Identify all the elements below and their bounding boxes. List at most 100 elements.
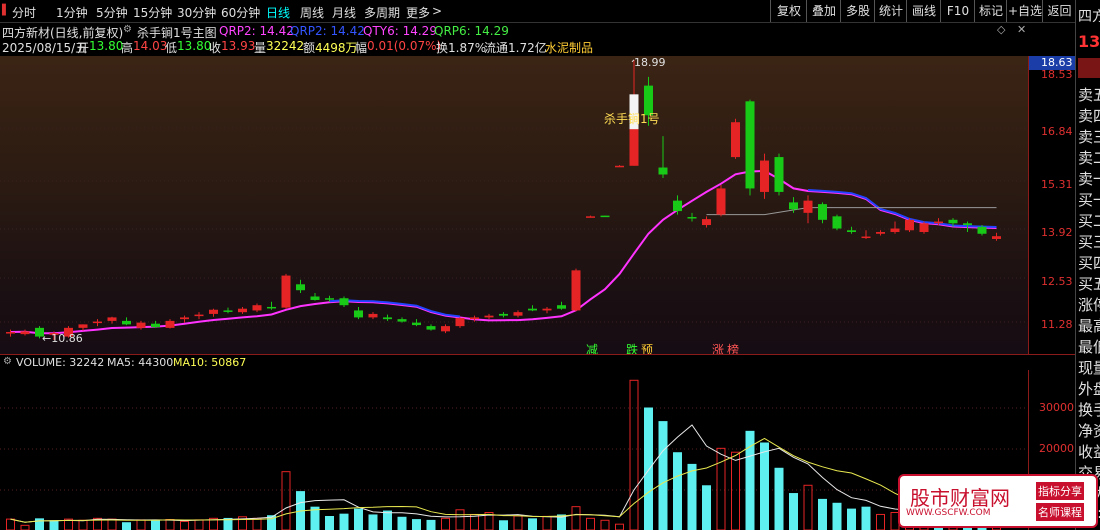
- settings-gear-icon[interactable]: ⚙: [123, 24, 132, 35]
- candle-body: [905, 219, 914, 231]
- candle-body: [542, 308, 552, 311]
- watermark-tag-course: 名师课程: [1036, 503, 1084, 521]
- tab-60min[interactable]: 60分钟: [221, 4, 260, 21]
- volume-bar: [165, 519, 175, 530]
- volume-bar: [673, 452, 682, 530]
- price-label: 16.84: [1041, 125, 1073, 138]
- candle-body: [325, 298, 334, 300]
- f10-button[interactable]: F10: [940, 0, 975, 22]
- candle-body: [658, 167, 668, 175]
- candle-body: [571, 270, 581, 311]
- low-price-marker: ←10.86: [42, 332, 83, 345]
- tab-weekly[interactable]: 周线: [300, 4, 324, 21]
- high-price-marker: 18.99: [634, 56, 666, 69]
- watermark-tag-share: 指标分享: [1036, 482, 1084, 500]
- candle-body: [20, 331, 30, 335]
- volume-chart[interactable]: [0, 370, 1028, 530]
- watermark-site-name: 股市财富网: [910, 486, 1010, 510]
- tab-5min[interactable]: 5分钟: [96, 4, 128, 21]
- candle-body: [499, 313, 508, 316]
- tab-30min[interactable]: 30分钟: [177, 4, 216, 21]
- candlestick-svg: [0, 59, 1028, 341]
- panel-row-label: 涨停: [1078, 296, 1100, 314]
- panel-row-label: 最低: [1078, 338, 1100, 356]
- candle-body: [383, 317, 392, 320]
- adjust-button[interactable]: 复权: [770, 0, 807, 22]
- panel-row-label: 现量: [1078, 359, 1100, 377]
- candle-body: [180, 317, 189, 320]
- turnover-value: 换1.87%: [436, 41, 487, 55]
- tab-fenshi[interactable]: 分时: [12, 4, 36, 21]
- panel-tag[interactable]: [1078, 58, 1100, 78]
- volume-bar: [194, 519, 204, 530]
- candle-body: [296, 284, 305, 291]
- volume-bar: [397, 516, 407, 530]
- toolbar-menu-icon[interactable]: ▌: [2, 5, 10, 16]
- tab-daily[interactable]: 日线: [266, 4, 290, 21]
- stock-info-bar: 四方新材(日线,前复权) ⚙ 杀手锏1号主图 QRP2: 14.42 QRP2:…: [0, 23, 1075, 55]
- volume-bar: [383, 510, 392, 530]
- mark-button[interactable]: 标记: [974, 0, 1007, 22]
- panel-row-label: 买三: [1078, 233, 1100, 251]
- candlestick-chart[interactable]: ←10.86 18.99 杀手锏1号 减 跌 预 涨 榜: [0, 56, 1028, 357]
- volume-axis-label: 20000: [1039, 442, 1074, 455]
- volume-bar: [49, 520, 59, 530]
- volume-indicator: VOLUME: 32242: [16, 356, 105, 369]
- volume-label: 量: [254, 41, 267, 55]
- draw-line-button[interactable]: 画线: [906, 0, 941, 22]
- volume-bar: [20, 524, 30, 530]
- volume-ma5-line: [10, 424, 997, 523]
- close-icon[interactable]: ✕: [1017, 23, 1026, 36]
- tab-15min[interactable]: 15分钟: [133, 4, 172, 21]
- statistics-button[interactable]: 统计: [874, 0, 907, 22]
- candle-body: [818, 204, 827, 220]
- volume-bar: [441, 517, 450, 530]
- price-label: 18.53: [1041, 68, 1073, 81]
- multi-stock-button[interactable]: 多股: [840, 0, 875, 22]
- indicator-qrp6: QRP6: 14.29: [434, 24, 509, 38]
- overlay-button[interactable]: 叠加: [806, 0, 841, 22]
- tab-more[interactable]: 更多: [406, 4, 430, 21]
- candle-body: [151, 323, 160, 328]
- back-button[interactable]: 返回: [1042, 0, 1076, 22]
- float-cap-value: 流通1.72亿: [484, 41, 547, 55]
- volume-bar: [412, 519, 421, 530]
- add-watchlist-button[interactable]: +自选: [1006, 0, 1043, 22]
- candle-body: [136, 322, 146, 328]
- volume-bar: [6, 518, 15, 530]
- panel-row-label: 买一: [1078, 191, 1100, 209]
- sector-label[interactable]: 水泥制品: [545, 39, 593, 56]
- site-watermark: 股市财富网 WWW.GSCFW.COM 指标分享 名师课程: [898, 474, 1098, 528]
- candle-body: [107, 317, 117, 321]
- panel-price: 13: [1078, 32, 1100, 51]
- candle-body: [528, 308, 537, 311]
- volume-bar: [658, 421, 668, 530]
- tab-1min[interactable]: 1分钟: [56, 4, 88, 21]
- candle-body: [934, 221, 943, 224]
- tab-monthly[interactable]: 月线: [332, 4, 356, 21]
- candle-body: [557, 305, 566, 309]
- volume-bar: [354, 508, 363, 530]
- panel-row-label: 外盘: [1078, 380, 1100, 398]
- volume-bar: [760, 442, 769, 530]
- volume-bar: [368, 514, 378, 530]
- candle-body: [789, 202, 798, 210]
- candle-body: [194, 314, 204, 317]
- settings-gear-icon[interactable]: ⚙: [3, 356, 12, 367]
- candle-body: [122, 320, 131, 325]
- volume-bar: [644, 407, 653, 530]
- panel-row-label: 买五: [1078, 275, 1100, 293]
- candle-body: [339, 298, 349, 306]
- diamond-icon[interactable]: ◇: [997, 23, 1005, 36]
- volume-bar: [122, 522, 131, 530]
- panel-row-label: 收益: [1078, 443, 1100, 461]
- chevron-right-icon[interactable]: >: [432, 4, 442, 18]
- candle-body: [267, 306, 276, 309]
- volume-svg: [0, 379, 1028, 530]
- candle-body: [484, 315, 494, 318]
- candle-body: [716, 188, 726, 215]
- tab-multi-period[interactable]: 多周期: [364, 4, 400, 21]
- volume-axis-label: 30000: [1039, 401, 1074, 414]
- candle-body: [948, 219, 958, 224]
- volume-bar: [528, 518, 537, 530]
